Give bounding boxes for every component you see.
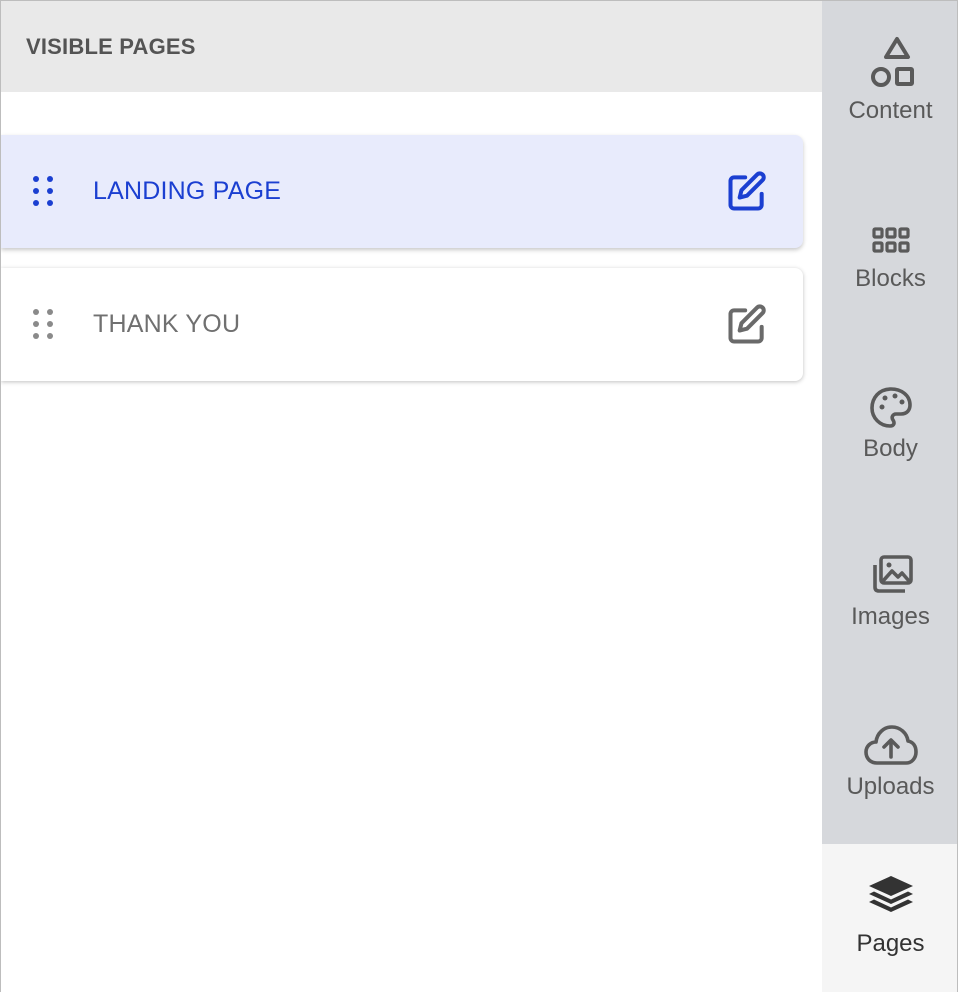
sidebar-item-label: Images <box>851 603 930 630</box>
pages-panel: VISIBLE PAGES LANDING PAGE THANK YOU <box>1 1 822 992</box>
sidebar-item-label: Uploads <box>846 773 935 800</box>
edit-icon <box>728 170 766 211</box>
palette-icon <box>869 387 912 428</box>
sidebar-item-pages[interactable]: Pages <box>822 844 957 992</box>
sidebar-item-body[interactable]: Body <box>822 367 957 507</box>
layers-icon <box>868 876 913 912</box>
tools-sidebar: Content Blocks Body Images Uploads Pages <box>822 1 957 992</box>
images-icon <box>872 555 913 593</box>
edit-icon <box>728 303 766 344</box>
page-item-landing-page[interactable]: LANDING PAGE <box>1 135 803 248</box>
page-item-label: LANDING PAGE <box>93 177 282 205</box>
sidebar-item-blocks[interactable]: Blocks <box>822 197 957 337</box>
cloud-upload-icon <box>863 725 918 765</box>
page-item-thank-you[interactable]: THANK YOU <box>1 268 803 381</box>
sidebar-item-label: Body <box>863 435 918 462</box>
page-item-label: THANK YOU <box>93 310 241 338</box>
sidebar-item-label: Blocks <box>855 265 926 292</box>
sidebar-item-label: Pages <box>856 930 925 957</box>
sidebar-item-uploads[interactable]: Uploads <box>822 705 957 845</box>
sidebar-item-label: Content <box>848 97 933 124</box>
drag-handle-icon[interactable] <box>33 301 55 349</box>
grid-icon <box>871 227 910 253</box>
edit-page-button[interactable] <box>719 297 775 353</box>
sidebar-item-images[interactable]: Images <box>822 535 957 675</box>
sidebar-item-content[interactable]: Content <box>822 29 957 169</box>
panel-header: VISIBLE PAGES <box>1 1 822 92</box>
edit-page-button[interactable] <box>719 164 775 220</box>
editor-frame: VISIBLE PAGES LANDING PAGE THANK YOU Con… <box>0 0 958 992</box>
panel-title: VISIBLE PAGES <box>26 34 196 59</box>
drag-handle-icon[interactable] <box>33 168 55 216</box>
shapes-icon <box>870 37 914 87</box>
